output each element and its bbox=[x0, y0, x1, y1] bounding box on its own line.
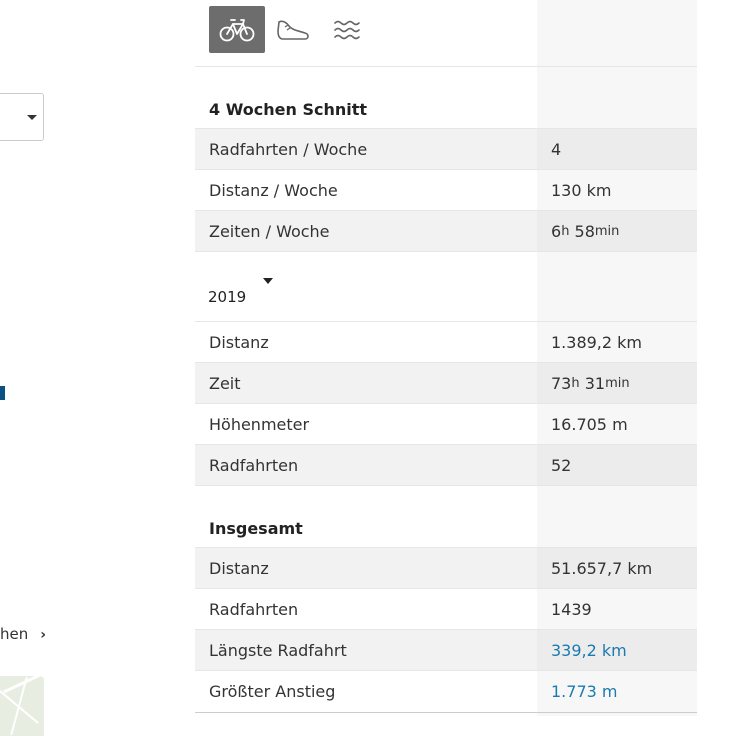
map-thumbnail[interactable] bbox=[0, 676, 44, 736]
more-link[interactable]: hen › bbox=[0, 625, 46, 643]
row-value: 1.389,2 km bbox=[551, 332, 643, 352]
row-label: Radfahrten / Woche bbox=[209, 139, 368, 159]
minutes-unit: min bbox=[605, 375, 630, 391]
row-value: 1439 bbox=[551, 599, 592, 619]
row-value: 130 km bbox=[551, 180, 612, 200]
row-label: Größter Anstieg bbox=[209, 682, 336, 701]
shoe-icon bbox=[277, 20, 309, 40]
row-label: Radfahrten bbox=[209, 599, 299, 619]
row-label: Distanz / Woche bbox=[209, 180, 338, 200]
divider bbox=[195, 712, 697, 713]
row-label: Höhenmeter bbox=[209, 414, 310, 434]
bike-icon bbox=[219, 18, 255, 41]
row-value: 4 bbox=[537, 129, 697, 169]
table-row: Radfahrten 52 bbox=[195, 445, 697, 486]
table-row: Längste Radfahrt 339,2 km bbox=[195, 630, 697, 671]
table-row: Höhenmeter 16.705 m bbox=[195, 404, 697, 445]
table-row: Größter Anstieg 1.773 m bbox=[195, 671, 697, 712]
section-title-four-weeks: 4 Wochen Schnitt bbox=[195, 67, 697, 129]
table-row: Distanz 1.389,2 km bbox=[195, 322, 697, 363]
row-value: 51.657,7 km bbox=[537, 548, 697, 588]
row-label: Radfahrten bbox=[209, 455, 299, 475]
row-value: 6h 58 min bbox=[537, 211, 697, 251]
dropdown[interactable] bbox=[0, 93, 44, 141]
chevron-down-icon bbox=[27, 114, 37, 120]
row-label: Distanz bbox=[209, 332, 269, 352]
row-value: 16.705 m bbox=[551, 414, 628, 434]
year-selector[interactable]: 2019 bbox=[195, 252, 697, 322]
table-row: Zeiten / Woche 6h 58 min bbox=[195, 211, 697, 252]
hours-value: 6 bbox=[551, 221, 562, 241]
table-row: Zeit 73 h 31 min bbox=[195, 363, 697, 404]
row-label: Zeiten / Woche bbox=[209, 221, 330, 241]
minutes-value: 31 bbox=[584, 373, 606, 393]
chevron-down-icon bbox=[263, 278, 274, 284]
hours-unit: h bbox=[571, 375, 580, 391]
section-title-total: Insgesamt bbox=[195, 486, 697, 548]
year-selector-value: 2019 bbox=[208, 288, 247, 306]
biggest-climb-link[interactable]: 1.773 m bbox=[537, 682, 617, 701]
swim-icon bbox=[334, 20, 360, 39]
tab-bike[interactable] bbox=[209, 6, 265, 53]
button-edge[interactable] bbox=[0, 386, 5, 400]
chevron-right-icon: › bbox=[40, 627, 47, 643]
table-row: Distanz 51.657,7 km bbox=[195, 548, 697, 589]
hours-value: 73 bbox=[551, 373, 572, 393]
table-row: Radfahrten / Woche 4 bbox=[195, 129, 697, 170]
longest-ride-link[interactable]: 339,2 km bbox=[537, 630, 697, 670]
tab-swim[interactable] bbox=[321, 6, 377, 53]
minutes-value: 58 bbox=[574, 221, 595, 241]
tab-run[interactable] bbox=[265, 6, 321, 53]
stats-panel: 4 Wochen Schnitt Radfahrten / Woche 4 Di… bbox=[195, 0, 697, 713]
more-link-label: hen bbox=[0, 625, 29, 643]
row-label: Distanz bbox=[209, 558, 269, 578]
sport-tabs bbox=[195, 0, 697, 67]
hours-unit: h bbox=[561, 223, 570, 239]
row-value: 73 h 31 min bbox=[537, 363, 697, 403]
table-row: Radfahrten 1439 bbox=[195, 589, 697, 630]
left-column: hen › bbox=[0, 0, 50, 736]
minutes-unit: min bbox=[594, 223, 620, 239]
row-label: Zeit bbox=[209, 373, 241, 393]
row-label: Längste Radfahrt bbox=[209, 640, 347, 660]
table-row: Distanz / Woche 130 km bbox=[195, 170, 697, 211]
row-value: 52 bbox=[537, 445, 697, 485]
